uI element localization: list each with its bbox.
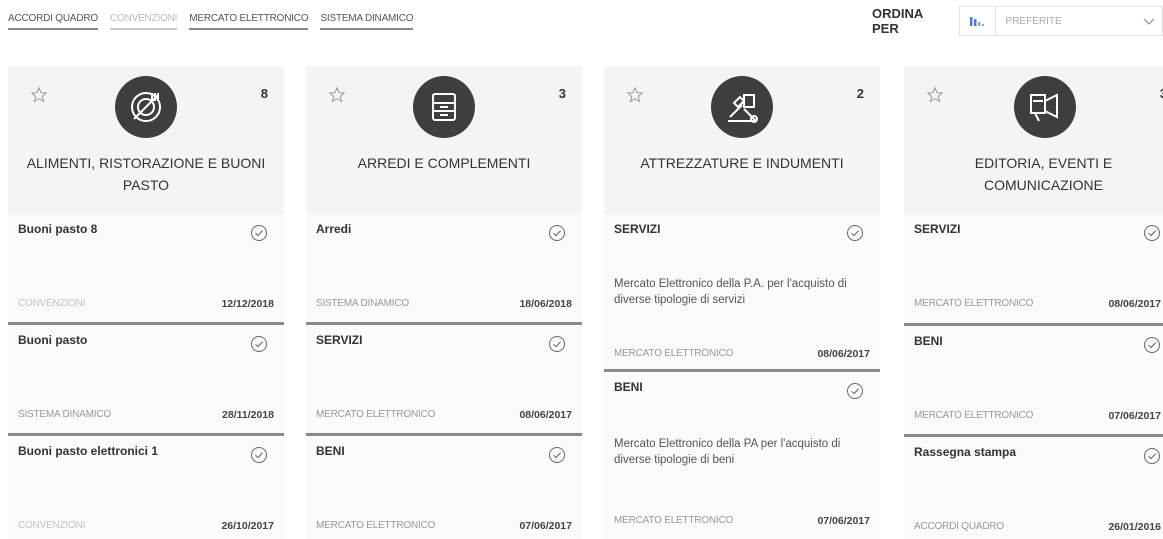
category-card[interactable]: 3 EDITORIA, EVENTI E COMUNICAZIONE [904, 66, 1163, 214]
item-type: MERCATO ELETTRONICO [914, 410, 1034, 421]
list-item[interactable]: SERVIZI MERCATO ELETTRONICO 08/06/2017 [904, 214, 1163, 326]
check-circle-icon[interactable] [548, 335, 566, 353]
check-circle-icon[interactable] [1143, 224, 1161, 242]
list-item[interactable]: Rassegna stampa ACCORDI QUADRO 26/01/201… [904, 437, 1163, 539]
list-item[interactable]: Buoni pasto SISTEMA DINAMICO 28/11/2018 [8, 325, 284, 436]
food-icon [115, 76, 177, 138]
list-item[interactable]: BENI MERCATO ELETTRONICO 07/06/2017 [904, 326, 1163, 437]
item-date: 07/06/2017 [1108, 410, 1161, 422]
item-date: 07/06/2017 [519, 520, 572, 532]
item-title: Buoni pasto 8 [18, 222, 98, 236]
item-title: BENI [614, 380, 643, 394]
item-title: SERVIZI [316, 333, 363, 347]
category-count: 8 [260, 86, 268, 101]
check-circle-icon[interactable] [1143, 336, 1161, 354]
star-icon[interactable] [626, 86, 644, 104]
category-column: 2 ATTREZZATURE E INDUMENTI SERVIZI Merca… [604, 66, 880, 539]
item-title: Buoni pasto elettronici 1 [18, 444, 159, 458]
item-type: ACCORDI QUADRO [914, 521, 1004, 532]
star-icon[interactable] [328, 86, 346, 104]
item-date: 28/11/2018 [222, 409, 274, 421]
bar-chart-icon [960, 7, 996, 35]
megaphone-icon [1013, 76, 1076, 138]
category-count: 2 [856, 86, 864, 101]
sort-value: PREFERITE [1005, 15, 1062, 27]
check-circle-icon[interactable] [846, 224, 864, 242]
sort-select[interactable]: PREFERITE [958, 6, 1163, 36]
item-type: MERCATO ELETTRONICO [316, 409, 436, 420]
cabinet-icon [413, 76, 475, 138]
category-column: 3 EDITORIA, EVENTI E COMUNICAZIONE SERVI… [904, 66, 1163, 539]
category-title: ALIMENTI, RISTORAZIONE E BUONI PASTO [26, 155, 266, 193]
check-circle-icon[interactable] [548, 446, 566, 464]
item-date: 26/10/2017 [221, 520, 274, 532]
item-type: MERCATO ELETTRONICO [914, 298, 1034, 309]
item-date: 12/12/2018 [221, 298, 274, 310]
item-title: SERVIZI [914, 222, 961, 236]
category-count: 3 [558, 86, 566, 101]
category-card[interactable]: 2 ATTREZZATURE E INDUMENTI [604, 66, 880, 214]
item-type: SISTEMA DINAMICO [316, 298, 409, 309]
sort-label: ORDINA PER [872, 6, 923, 36]
check-circle-icon[interactable] [548, 224, 566, 242]
filter-mercato-elettronico[interactable]: MERCATO ELETTRONICO [189, 13, 309, 30]
category-column: 8 ALIMENTI, RISTORAZIONE E BUONI PASTO B… [8, 66, 284, 539]
item-date: 08/06/2017 [1108, 298, 1161, 310]
check-circle-icon[interactable] [846, 382, 864, 400]
item-description: Mercato Elettronico della PA per l'acqui… [614, 438, 841, 466]
item-type: CONVENZIONI [18, 520, 86, 531]
category-column: 3 ARREDI E COMPLEMENTI Arredi SISTEMA DI… [306, 66, 582, 539]
sort-control: ORDINA PER PREFERITE [872, 6, 1163, 36]
item-date: 08/06/2017 [519, 409, 572, 421]
item-type: CONVENZIONI [18, 298, 86, 309]
filter-convenzioni[interactable]: CONVENZIONI [109, 13, 177, 30]
list-item[interactable]: SERVIZI Mercato Elettronico della P.A. p… [604, 214, 880, 372]
item-description: Mercato Elettronico della P.A. per l'acq… [614, 278, 847, 306]
item-date: 08/06/2017 [817, 348, 870, 360]
category-title: ARREDI E COMPLEMENTI [357, 155, 531, 171]
category-title: ATTREZZATURE E INDUMENTI [640, 155, 844, 171]
item-title: SERVIZI [614, 222, 661, 236]
check-circle-icon[interactable] [1143, 447, 1161, 465]
item-type: MERCATO ELETTRONICO [614, 348, 734, 359]
filter-accordi-quadro[interactable]: ACCORDI QUADRO [8, 13, 98, 30]
item-title: BENI [914, 334, 943, 348]
check-circle-icon[interactable] [250, 335, 268, 353]
item-date: 07/06/2017 [817, 515, 870, 527]
list-item[interactable]: Buoni pasto 8 CONVENZIONI 12/12/2018 [8, 214, 284, 325]
chevron-down-icon [1142, 14, 1156, 33]
category-card[interactable]: 3 ARREDI E COMPLEMENTI [306, 66, 582, 214]
tools-icon [711, 76, 773, 138]
check-circle-icon[interactable] [250, 446, 268, 464]
item-type: MERCATO ELETTRONICO [614, 515, 734, 526]
list-item[interactable]: BENI MERCATO ELETTRONICO 07/06/2017 [306, 436, 582, 539]
star-icon[interactable] [926, 86, 944, 104]
filter-tabs: ACCORDI QUADRO CONVENZIONI MERCATO ELETT… [8, 13, 414, 30]
list-item[interactable]: BENI Mercato Elettronico della PA per l'… [604, 372, 880, 539]
check-circle-icon[interactable] [250, 224, 268, 242]
top-bar: ACCORDI QUADRO CONVENZIONI MERCATO ELETT… [0, 0, 1163, 44]
item-date: 18/06/2018 [519, 298, 572, 310]
item-title: BENI [316, 444, 345, 458]
category-card[interactable]: 8 ALIMENTI, RISTORAZIONE E BUONI PASTO [8, 66, 284, 214]
item-title: Rassegna stampa [914, 445, 1017, 459]
filter-sistema-dinamico[interactable]: SISTEMA DINAMICO [320, 13, 414, 30]
category-title: EDITORIA, EVENTI E COMUNICAZIONE [974, 155, 1113, 193]
item-type: SISTEMA DINAMICO [18, 409, 111, 420]
item-type: MERCATO ELETTRONICO [316, 520, 436, 531]
item-title: Arredi [316, 222, 352, 236]
list-item[interactable]: Buoni pasto elettronici 1 CONVENZIONI 26… [8, 436, 284, 539]
item-title: Buoni pasto [18, 333, 88, 347]
list-item[interactable]: Arredi SISTEMA DINAMICO 18/06/2018 [306, 214, 582, 325]
star-icon[interactable] [30, 86, 48, 104]
item-date: 26/01/2016 [1108, 521, 1161, 533]
list-item[interactable]: SERVIZI MERCATO ELETTRONICO 08/06/2017 [306, 325, 582, 436]
